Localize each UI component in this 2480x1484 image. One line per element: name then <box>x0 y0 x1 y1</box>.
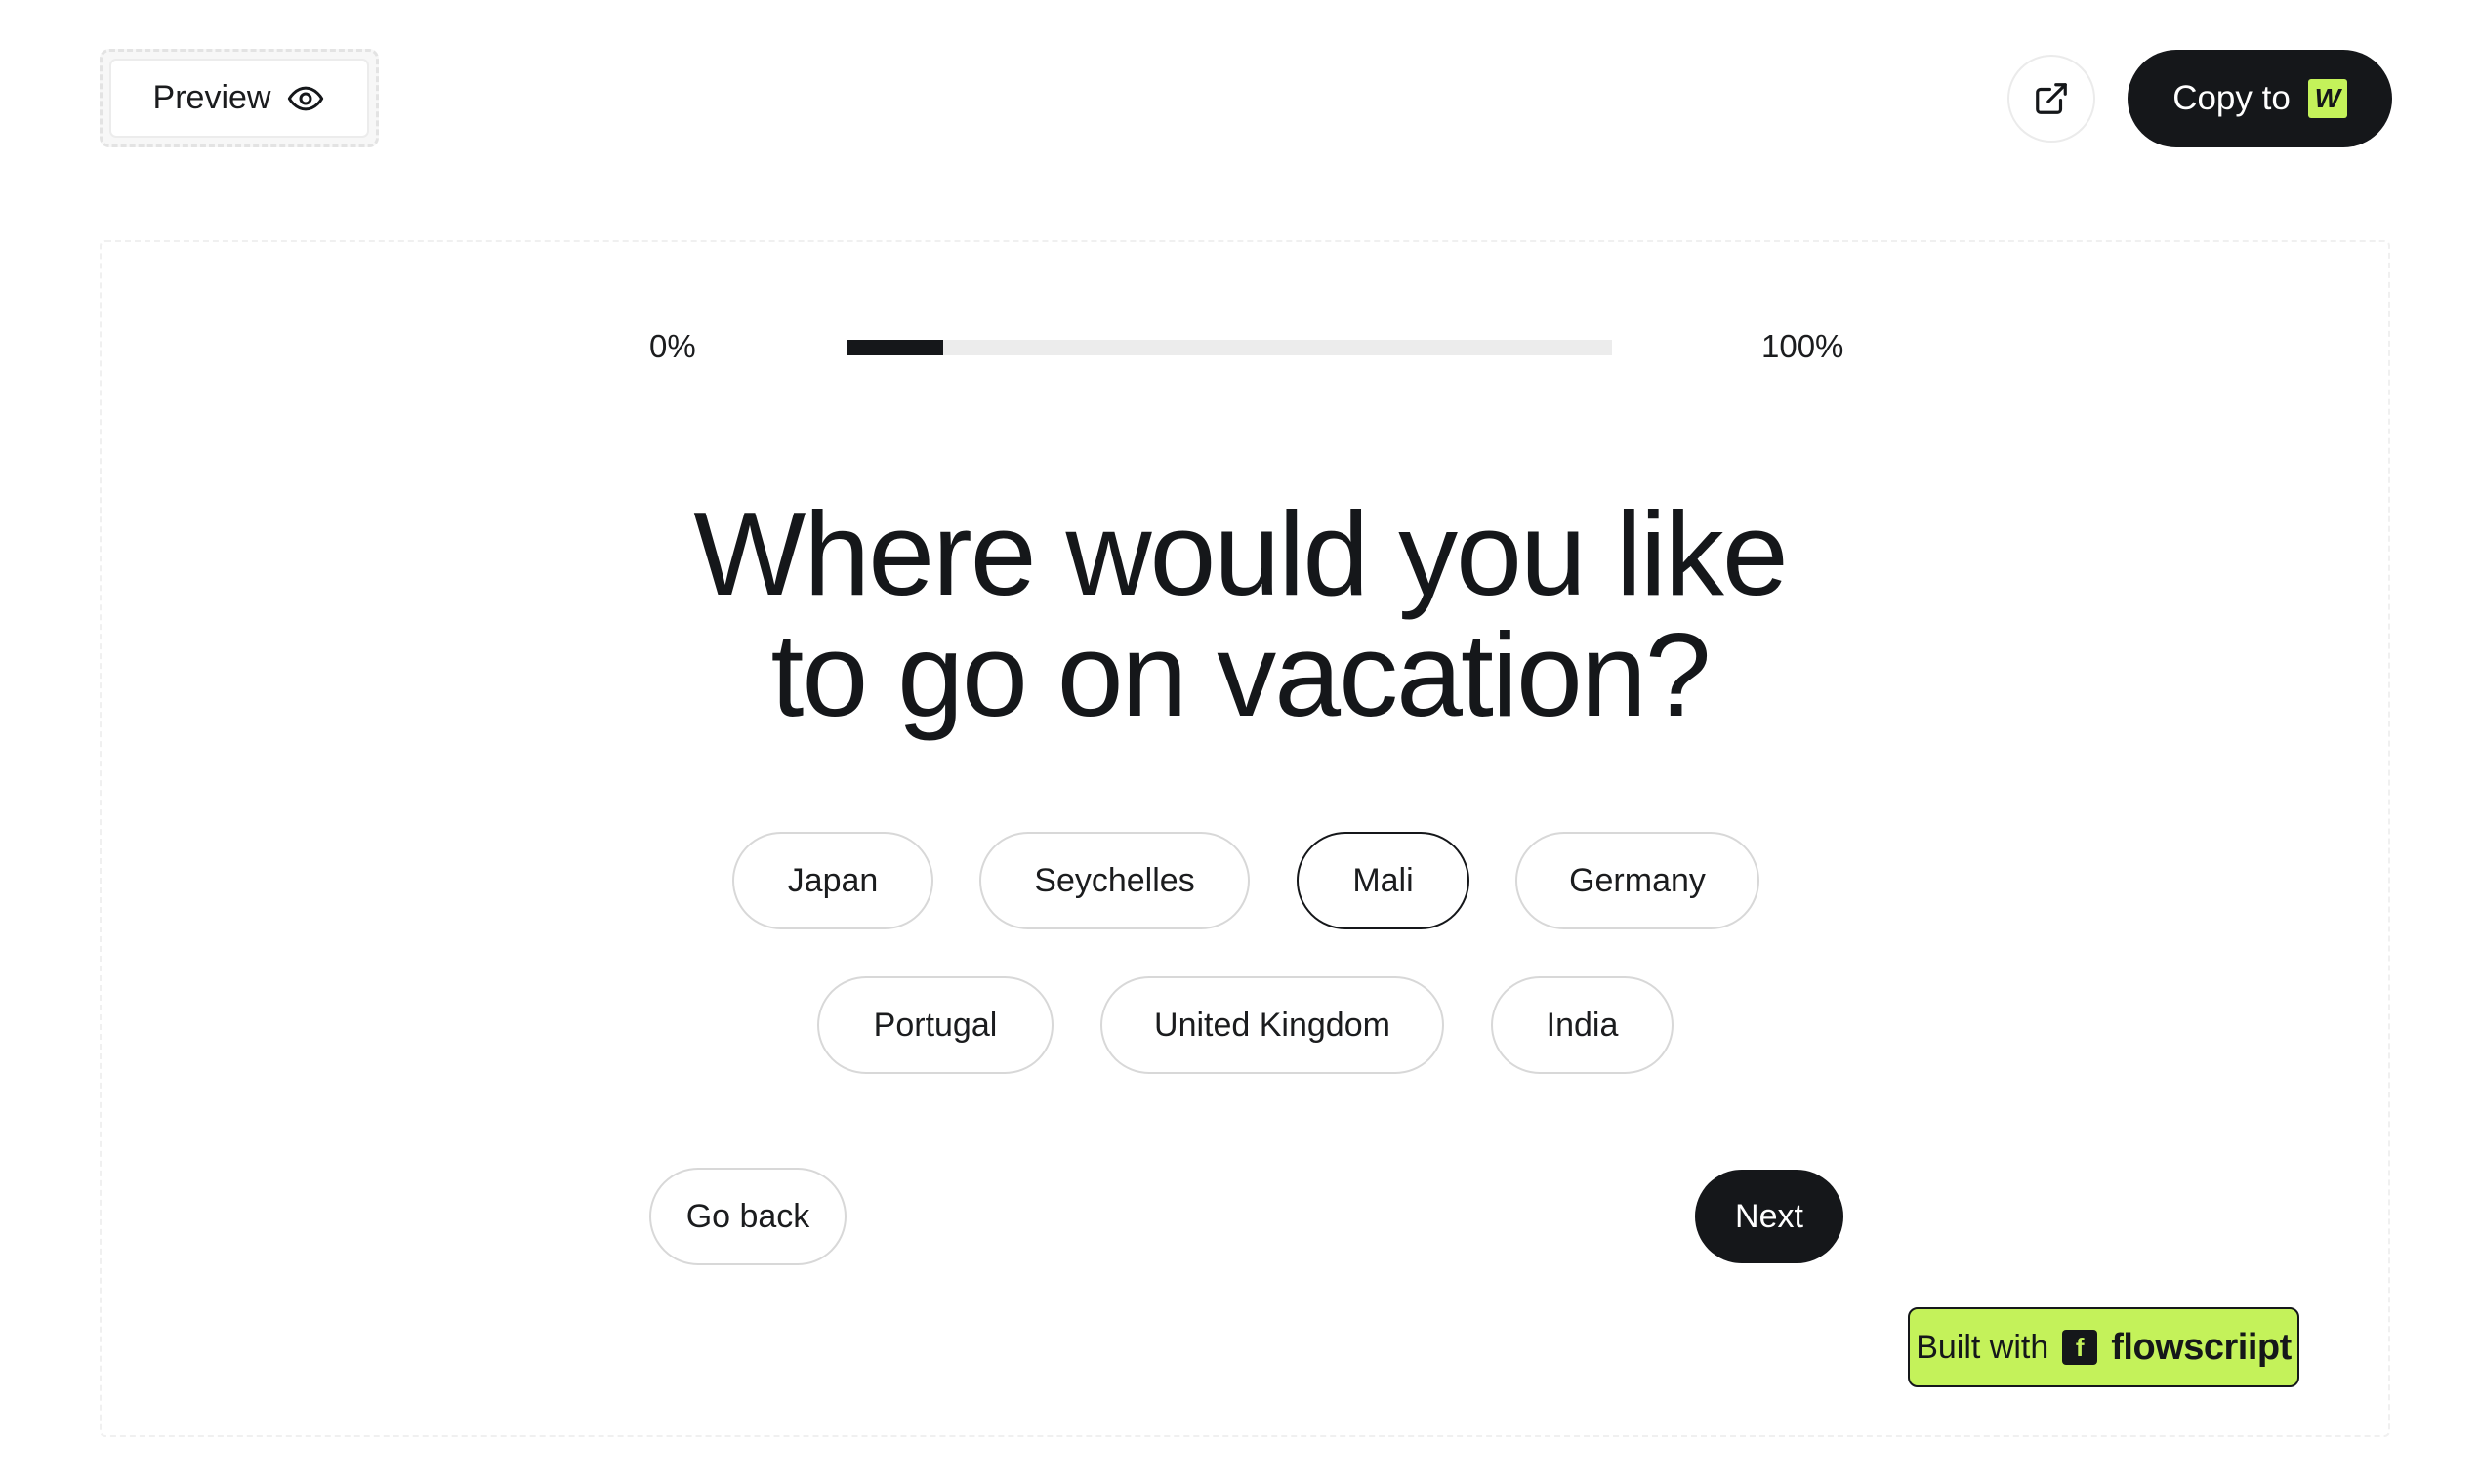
option-portugal[interactable]: Portugal <box>817 976 1054 1074</box>
option-label: Portugal <box>873 1006 998 1044</box>
progress-end-label: 100% <box>1761 328 1844 364</box>
page: Preview Copy to W 0% 100% Where would yo… <box>0 0 2480 1484</box>
preview-button[interactable]: Preview <box>100 49 379 147</box>
flowscript-logo-icon: f <box>2062 1330 2098 1365</box>
option-label: Japan <box>787 861 879 899</box>
option-label: Germany <box>1569 861 1706 899</box>
open-external-button[interactable] <box>2007 55 2095 143</box>
option-mali[interactable]: Mali <box>1297 832 1469 929</box>
next-label: Next <box>1735 1197 1803 1235</box>
option-japan[interactable]: Japan <box>732 832 933 929</box>
option-label: Mali <box>1352 861 1414 899</box>
question-title: Where would you like to go on vacation? <box>644 493 1836 735</box>
progress-bar <box>847 340 1612 355</box>
webflow-logo-icon: W <box>2307 79 2347 118</box>
go-back-button[interactable]: Go back <box>649 1168 847 1265</box>
preview-label: Preview <box>152 79 271 116</box>
progress-start-label: 0% <box>649 328 696 364</box>
question-line-1: Where would you like <box>693 487 1789 620</box>
preview-button-inner[interactable]: Preview <box>109 59 369 138</box>
option-germany[interactable]: Germany <box>1515 832 1759 929</box>
form-frame <box>100 240 2390 1437</box>
next-button[interactable]: Next <box>1695 1170 1843 1263</box>
option-label: India <box>1546 1006 1619 1044</box>
go-back-label: Go back <box>685 1197 810 1235</box>
option-label: Seychelles <box>1034 861 1195 899</box>
external-link-icon <box>2036 83 2067 114</box>
option-united-kingdom[interactable]: United Kingdom <box>1100 976 1444 1074</box>
badge-prefix: Built with <box>1916 1328 2049 1366</box>
copy-to-webflow-button[interactable]: Copy to W <box>2128 50 2392 147</box>
eye-icon <box>288 86 324 110</box>
badge-brand: flowscriipt <box>2111 1326 2292 1368</box>
option-seychelles[interactable]: Seychelles <box>979 832 1250 929</box>
option-label: United Kingdom <box>1154 1006 1390 1044</box>
copy-label: Copy to <box>2172 79 2291 117</box>
option-india[interactable]: India <box>1491 976 1674 1074</box>
question-line-2: to go on vacation? <box>770 608 1711 741</box>
progress-bar-fill <box>847 340 943 355</box>
built-with-badge[interactable]: Built with f flowscriipt <box>1908 1307 2299 1387</box>
